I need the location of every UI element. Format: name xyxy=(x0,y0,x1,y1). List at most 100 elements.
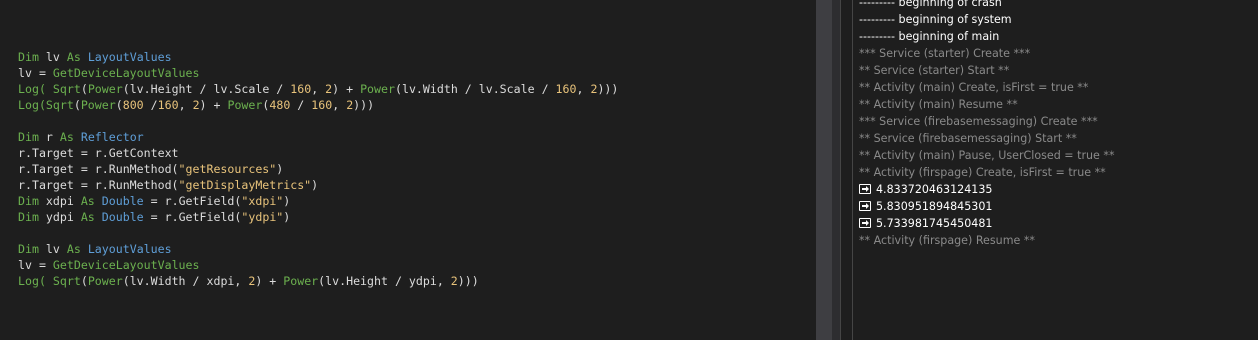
code-line[interactable]: Dim lv As LayoutValues xyxy=(18,241,618,257)
code-token: ) xyxy=(276,162,284,176)
log-line: --------- beginning of system xyxy=(859,11,1115,28)
code-token: "ydpi" xyxy=(241,210,284,224)
code-token: , xyxy=(178,98,193,112)
code-line[interactable]: r.Target = r.GetContext xyxy=(18,145,618,161)
log-text: 4.833720463124135 xyxy=(876,183,993,196)
log-text: ** Activity (main) Pause, UserClosed = t… xyxy=(859,149,1115,162)
code-token: As xyxy=(66,50,88,64)
log-text: ** Activity (main) Create, isFirst = tru… xyxy=(859,81,1089,94)
code-token: Dim xyxy=(18,242,46,256)
code-token: Sqrt xyxy=(52,274,81,288)
code-token: ) xyxy=(283,210,291,224)
code-token: ) + xyxy=(199,98,228,112)
code-line[interactable]: Log(Sqrt(Power(800 /160, 2) + Power(480 … xyxy=(18,97,618,113)
log-line: ** Activity (main) Create, isFirst = tru… xyxy=(859,79,1115,96)
code-line[interactable]: Dim lv As LayoutValues xyxy=(18,49,618,65)
code-token: 2 xyxy=(450,274,458,288)
log-text: ** Activity (main) Resume ** xyxy=(859,98,1018,111)
log-text: --------- beginning of main xyxy=(859,30,1000,43)
code-line[interactable]: lv = GetDeviceLayoutValues xyxy=(18,257,618,273)
code-line[interactable] xyxy=(18,225,618,241)
output-arrow-icon xyxy=(859,201,871,211)
code-token: 480 xyxy=(269,98,291,112)
code-token: Double xyxy=(101,210,144,224)
code-token: 160 xyxy=(311,98,333,112)
code-token: 2 xyxy=(192,98,200,112)
code-token: lv = xyxy=(18,258,53,272)
code-token: (lv.Height / lv.Scale / xyxy=(122,82,291,96)
code-token: r xyxy=(45,130,60,144)
log-line: --------- beginning of crash xyxy=(859,0,1115,11)
code-token: ( xyxy=(73,98,81,112)
code-token: xdpi xyxy=(45,194,81,208)
code-token: Log( xyxy=(18,98,46,112)
code-line[interactable]: Dim r As Reflector xyxy=(18,129,618,145)
code-token: Dim xyxy=(18,210,46,224)
code-token: ) + xyxy=(332,82,361,96)
log-text: ** Activity (firspage) Create, isFirst =… xyxy=(859,166,1106,179)
log-text: 5.830951894845301 xyxy=(876,200,993,213)
code-token: Power xyxy=(283,274,319,288)
log-line: --------- beginning of main xyxy=(859,28,1115,45)
code-token: ) xyxy=(311,178,319,192)
code-token: 160 xyxy=(157,98,179,112)
code-token: GetDeviceLayoutValues xyxy=(52,258,200,272)
code-token: 160 xyxy=(290,82,312,96)
log-text: ** Activity (firspage) Resume ** xyxy=(859,234,1035,247)
code-token: LayoutValues xyxy=(87,242,172,256)
code-token: lv xyxy=(45,242,67,256)
code-token: Power xyxy=(80,98,116,112)
code-line[interactable]: Log( Sqrt(Power(lv.Width / xdpi, 2) + Po… xyxy=(18,273,618,289)
code-token: Reflector xyxy=(80,130,144,144)
code-token: "xdpi" xyxy=(241,194,284,208)
log-text: --------- beginning of system xyxy=(859,13,1012,26)
log-text: ** Service (firebasemessaging) Start ** xyxy=(859,132,1077,145)
code-token: (lv.Height / ydpi, xyxy=(318,274,451,288)
code-token: (lv.Width / xdpi, xyxy=(122,274,249,288)
code-token: Dim xyxy=(18,50,46,64)
code-token: ))) xyxy=(353,98,375,112)
code-token: , xyxy=(311,82,326,96)
log-lines: --------- beginning of crash --------- be… xyxy=(859,0,1115,249)
log-line: *** Service (starter) Create *** xyxy=(859,45,1115,62)
code-token: Log( xyxy=(18,82,53,96)
log-text: *** Service (starter) Create *** xyxy=(859,47,1031,60)
code-token: / xyxy=(290,98,312,112)
log-panel[interactable]: --------- beginning of crash --------- be… xyxy=(853,0,1258,340)
log-line: ** Activity (main) Resume ** xyxy=(859,96,1115,113)
output-arrow-icon xyxy=(859,184,871,194)
code-line[interactable]: Dim xdpi As Double = r.GetField("xdpi") xyxy=(18,193,618,209)
code-token: ( xyxy=(80,274,88,288)
log-line: ** Activity (firspage) Resume ** xyxy=(859,232,1115,249)
code-token: ))) xyxy=(457,274,479,288)
code-token: As xyxy=(80,194,102,208)
code-token: Power xyxy=(87,82,123,96)
log-text: ** Service (starter) Start ** xyxy=(859,64,1010,77)
code-line[interactable] xyxy=(18,113,618,129)
code-token: ydpi xyxy=(45,210,81,224)
code-line[interactable]: Log( Sqrt(Power(lv.Height / lv.Scale / 1… xyxy=(18,81,618,97)
code-line[interactable]: r.Target = r.RunMethod("getResources") xyxy=(18,161,618,177)
code-token: Sqrt xyxy=(45,98,74,112)
code-token: "getDisplayMetrics" xyxy=(178,178,312,192)
splitter-handle[interactable] xyxy=(840,0,853,340)
log-text: *** Service (firebasemessaging) Create *… xyxy=(859,115,1098,128)
code-editor[interactable]: Dim lv As LayoutValues lv = GetDeviceLayo… xyxy=(0,0,816,340)
code-token: "getResources" xyxy=(178,162,277,176)
code-token: ))) xyxy=(597,82,619,96)
code-line[interactable]: lv = GetDeviceLayoutValues xyxy=(18,65,618,81)
code-token: r.Target = r.GetContext xyxy=(18,146,179,160)
code-line[interactable]: Dim ydpi As Double = r.GetField("ydpi") xyxy=(18,209,618,225)
editor-vertical-scrollbar[interactable] xyxy=(816,0,832,340)
code-token: Power xyxy=(360,82,395,96)
code-token: ( xyxy=(80,82,88,96)
code-token: Power xyxy=(87,274,123,288)
code-token: r.Target = r.RunMethod( xyxy=(18,162,179,176)
log-result-line: 5.733981745450481 xyxy=(859,215,1115,232)
code-line[interactable]: r.Target = r.RunMethod("getDisplayMetric… xyxy=(18,177,618,193)
code-token: Power xyxy=(227,98,263,112)
code-token: (lv.Width / lv.Scale / xyxy=(394,82,556,96)
output-arrow-icon xyxy=(859,218,871,228)
code-token: / xyxy=(143,98,158,112)
log-result-line: 5.830951894845301 xyxy=(859,198,1115,215)
